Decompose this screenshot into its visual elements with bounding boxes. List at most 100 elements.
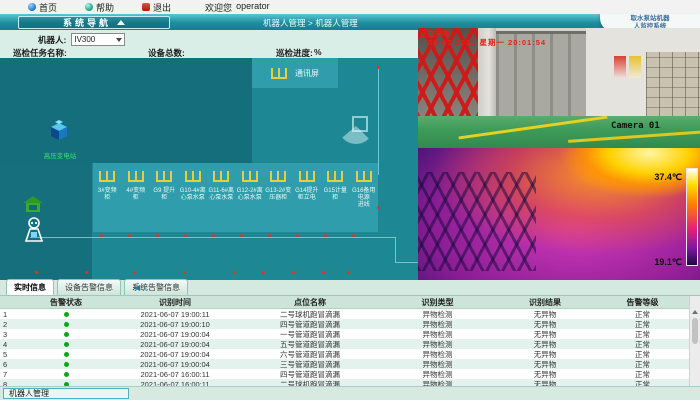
recognition-time: 2021-06-07 19:00:04 — [110, 330, 240, 339]
device-label-line2: 柜 — [332, 195, 338, 202]
inspection-point-marker — [352, 234, 355, 237]
status-cell — [22, 320, 110, 329]
thermal-barrier-silhouette — [418, 172, 536, 271]
inspection-point-marker — [183, 271, 186, 274]
device-item[interactable]: G12-2#离 心泵水泵 — [236, 163, 265, 232]
table-row[interactable]: 5 2021-06-07 19:00:04 六号管道跑冒滴漏 异物检测 无异物 … — [0, 349, 700, 359]
device-item[interactable]: G15计量 柜 — [321, 163, 350, 232]
inspection-point-marker — [133, 271, 136, 274]
device-label-line2: 柜立电 — [298, 195, 316, 202]
recognition-time: 2021-06-07 19:00:04 — [110, 350, 240, 359]
status-dot — [64, 342, 69, 347]
comm-screen-device[interactable]: 通讯屏 — [252, 58, 338, 88]
system-nav-button[interactable]: 系统导航 — [18, 16, 170, 29]
logout-icon — [142, 3, 150, 11]
menu-home-label: 首页 — [39, 1, 57, 14]
map-path-line — [378, 67, 379, 175]
header-alarm-level: 告警等级 — [595, 297, 690, 308]
device-label-line2: 进线 — [358, 202, 370, 209]
robot-select-value: IV300 — [74, 35, 95, 44]
header-recognition-result: 识别结果 — [495, 297, 595, 308]
map-room-region — [0, 163, 92, 280]
cabinet-icon — [213, 171, 229, 182]
map-wall-line — [395, 262, 418, 263]
map-room-region — [0, 58, 252, 163]
table-row[interactable]: 1 2021-06-07 19:00:11 二号球机跑冒滴漏 异物检测 无异物 … — [0, 309, 700, 319]
device-row: 3#变频 柜 4#变频 柜 G9 提升 柜 G10-4#离 — [93, 163, 378, 232]
cabinet-icon — [185, 171, 201, 182]
recognition-time: 2021-06-07 19:00:04 — [110, 340, 240, 349]
device-item[interactable]: G11-6#离 心泵水泵 — [207, 163, 236, 232]
wall-poster — [614, 56, 626, 78]
robot-select[interactable]: IV300 — [71, 33, 125, 46]
inspection-point-marker — [322, 271, 325, 274]
device-label-line2: 心泵水泵 — [238, 195, 262, 202]
device-item[interactable]: G9 提升 柜 — [150, 163, 179, 232]
menu-help[interactable]: 帮助 — [85, 1, 114, 14]
table-row[interactable]: 4 2021-06-07 19:00:04 五号管道跑冒滴漏 异物检测 无异物 … — [0, 339, 700, 349]
min-temperature: 19.1℃ — [654, 257, 682, 268]
recognition-time: 2021-06-07 19:00:04 — [110, 360, 240, 369]
table-scrollbar[interactable] — [689, 296, 700, 386]
wall-poster — [629, 56, 641, 78]
device-item[interactable]: G16备用电源 进线 — [350, 163, 379, 232]
robot-icon[interactable] — [22, 216, 46, 251]
device-label-line1: 3#变频 — [98, 188, 117, 195]
table-row[interactable]: 3 2021-06-07 19:00:04 一号管道跑冒滴漏 异物检测 无异物 … — [0, 329, 700, 339]
recognition-time: 2021-06-07 19:00:10 — [110, 320, 240, 329]
device-label-line1: 4#变频 — [126, 188, 145, 195]
switchgear-bank — [646, 52, 700, 118]
menu-logout[interactable]: 退出 — [142, 1, 171, 14]
recognition-time: 2021-06-07 16:00:11 — [110, 370, 240, 379]
inspection-point-marker — [212, 234, 215, 237]
inspection-point-marker — [128, 234, 131, 237]
device-label-line2: 压器柜 — [269, 195, 287, 202]
row-number: 6 — [0, 360, 22, 369]
device-label-line2: 心泵水泵 — [209, 195, 233, 202]
table-row[interactable]: 8 2021-06-07 16:00:11 二号球机跑冒滴漏 异物检测 无异物 … — [0, 379, 700, 386]
device-item[interactable]: 3#变频 柜 — [93, 163, 122, 232]
inspection-point-marker — [100, 234, 103, 237]
table-row[interactable]: 2 2021-06-07 19:00:10 四号管道跑冒滴漏 异物检测 无异物 … — [0, 319, 700, 329]
status-dot — [64, 352, 69, 357]
status-dot — [64, 332, 69, 337]
device-item[interactable]: G14提升 柜立电 — [293, 163, 322, 232]
inspection-point-marker — [233, 271, 236, 274]
device-item[interactable]: 4#变频 柜 — [122, 163, 151, 232]
status-dot — [64, 312, 69, 317]
device-label-line1: G13-2#变 — [265, 188, 291, 195]
breadcrumb: 机器人管理 > 机器人管理 — [263, 17, 358, 29]
thermal-color-scale — [686, 168, 698, 266]
cabinet-icon — [356, 171, 372, 182]
device-label-line1: G9 提升 — [153, 188, 175, 195]
status-dot — [64, 372, 69, 377]
cabinet-icon — [327, 171, 343, 182]
info-tab[interactable]: 实时信息 — [6, 279, 54, 295]
header-recognition-type: 识别类型 — [380, 297, 495, 308]
row-number: 5 — [0, 350, 22, 359]
status-cell — [22, 330, 110, 339]
cabinet-icon — [99, 171, 115, 182]
system-title-line1: 取水泵站机器 — [600, 15, 700, 23]
inspection-point-marker — [156, 234, 159, 237]
cabinet-icon — [242, 171, 258, 182]
system-nav-label: 系统导航 — [63, 16, 111, 29]
info-tab[interactable]: 设备告警信息 — [57, 279, 121, 295]
collapse-arrow-icon — [117, 20, 125, 25]
speaker-icon[interactable] — [134, 283, 144, 293]
row-number: 4 — [0, 340, 22, 349]
menu-home[interactable]: 首页 — [28, 1, 57, 14]
inspection-point-marker — [184, 234, 187, 237]
table-row[interactable]: 6 2021-06-07 19:00:04 三号管道跑冒滴漏 异物检测 无异物 … — [0, 359, 700, 369]
device-item[interactable]: G13-2#变 压器柜 — [264, 163, 293, 232]
ptz-camera-icon — [352, 116, 368, 132]
table-row[interactable]: 7 2021-06-07 16:00:11 四号管道跑冒滴漏 异物检测 无异物 … — [0, 369, 700, 379]
bottom-taskbar: 机器人管理 — [0, 386, 700, 400]
hv-station-icon[interactable] — [47, 120, 71, 147]
device-item[interactable]: G10-4#离 心泵水泵 — [179, 163, 208, 232]
alarm-level: 正常 — [595, 379, 690, 387]
map-wall-line — [395, 237, 396, 262]
robot-management-task-button[interactable]: 机器人管理 — [3, 388, 129, 399]
header-point-name: 点位名称 — [240, 297, 380, 308]
scroll-thumb[interactable] — [692, 318, 698, 344]
